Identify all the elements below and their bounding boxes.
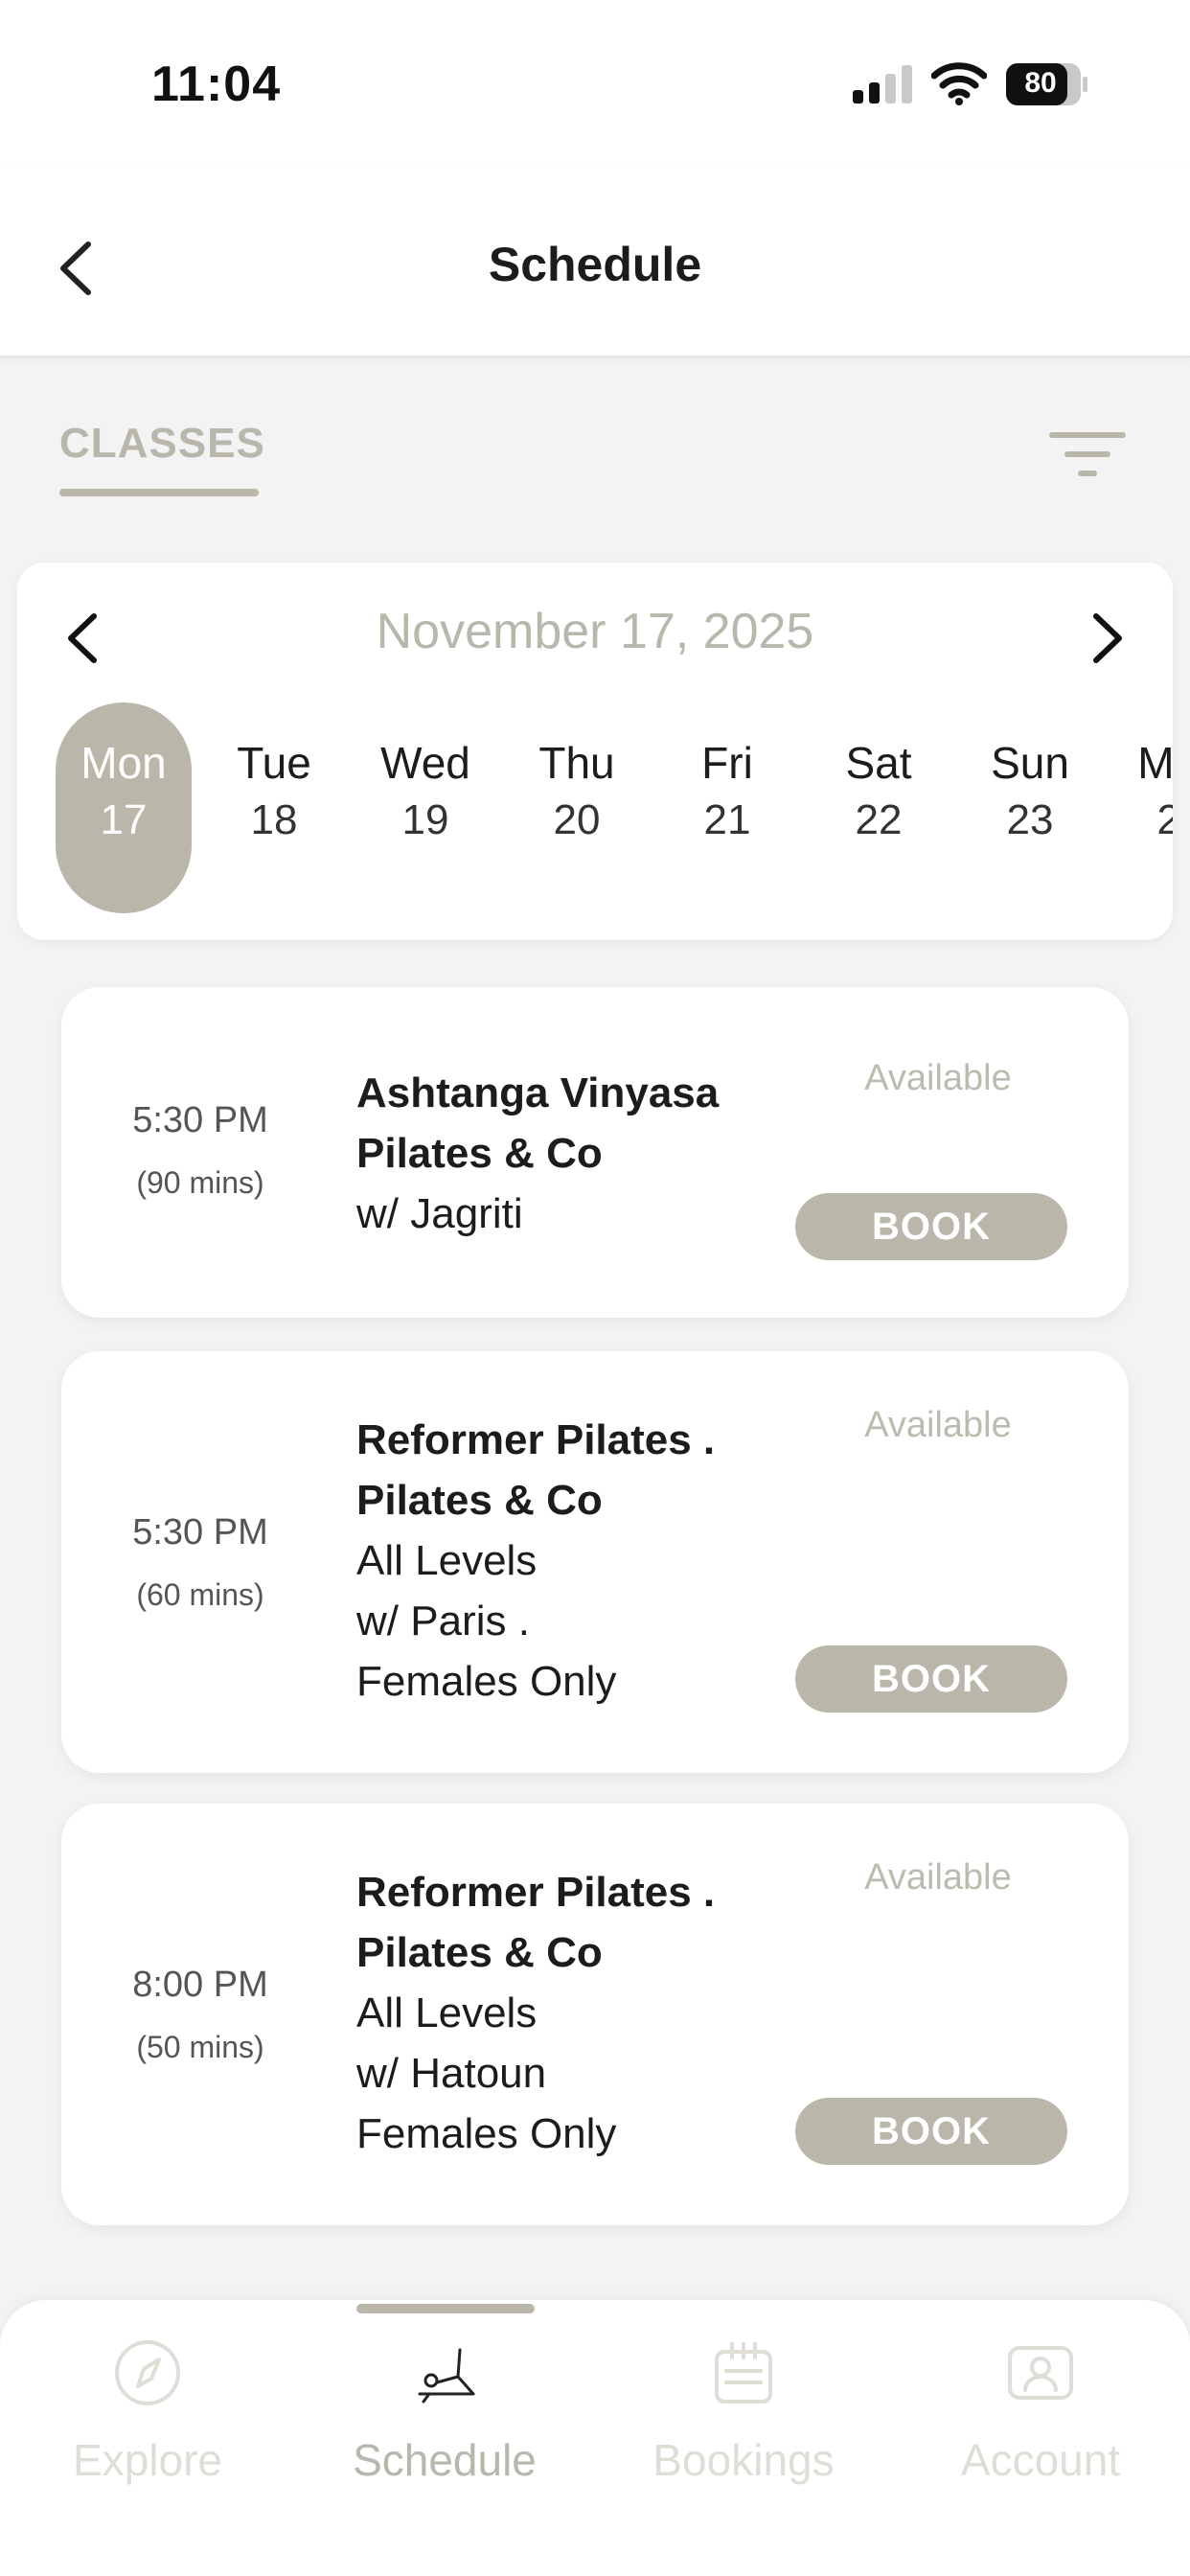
cellular-signal-icon — [853, 65, 912, 104]
class-title: Reformer Pilates . — [356, 1869, 716, 1916]
class-duration: (60 mins) — [136, 1577, 264, 1612]
book-button[interactable]: BOOK — [795, 1193, 1067, 1260]
day-name: Sun — [991, 738, 1069, 788]
day-number: 21 — [703, 796, 751, 843]
availability-status: Available — [864, 1857, 1012, 1898]
page-title: Schedule — [488, 238, 702, 291]
class-duration: (90 mins) — [136, 1165, 264, 1200]
tab-bookings[interactable]: Bookings — [629, 2338, 858, 2530]
class-title: Ashtanga Vinyasa — [356, 1070, 720, 1116]
class-level: All Levels — [356, 1537, 538, 1584]
active-tab-indicator — [356, 2304, 535, 2313]
book-button[interactable]: BOOK — [795, 1645, 1067, 1713]
day-sun-23[interactable]: Sun 23 — [962, 702, 1098, 913]
day-mon-17[interactable]: Mon 17 — [56, 702, 192, 913]
tab-label: Account — [960, 2435, 1121, 2485]
day-name: Mon — [1137, 738, 1173, 788]
day-number: 20 — [553, 796, 601, 843]
day-name: Sat — [845, 738, 912, 788]
class-time: 8:00 PM — [132, 1965, 268, 2005]
selected-date-label: November 17, 2025 — [376, 604, 814, 659]
tab-label: Explore — [73, 2435, 222, 2485]
class-title: Reformer Pilates . — [356, 1416, 716, 1463]
tab-classes[interactable]: CLASSES — [59, 420, 265, 468]
day-tue-18[interactable]: Tue 18 — [206, 702, 342, 913]
schedule-screen: 11:04 80 Schedule CLASSES November 17, 2… — [0, 0, 1190, 2576]
date-picker: November 17, 2025 Mon 17 Tue 18 Wed 19 T… — [17, 563, 1173, 940]
day-thu-20[interactable]: Thu 20 — [509, 702, 645, 913]
class-duration: (50 mins) — [136, 2030, 264, 2064]
availability-status: Available — [864, 1058, 1012, 1098]
filter-icon[interactable] — [1048, 429, 1127, 479]
day-name: Fri — [701, 738, 753, 788]
day-number: 24 — [1156, 796, 1173, 843]
class-instructor: w/ Jagriti — [356, 1190, 523, 1237]
yoga-pose-icon — [418, 2348, 475, 2404]
class-studio: Pilates & Co — [356, 1130, 603, 1177]
class-time: 5:30 PM — [132, 1512, 268, 1552]
day-wed-19[interactable]: Wed 19 — [357, 702, 493, 913]
day-name: Thu — [538, 738, 615, 788]
class-studio: Pilates & Co — [356, 1929, 603, 1976]
class-instructor: w/ Paris . — [356, 1598, 530, 1644]
tab-explore[interactable]: Explore — [33, 2338, 263, 2530]
class-restriction: Females Only — [356, 2110, 617, 2157]
header-bar: Schedule — [0, 168, 1190, 357]
calendar-icon — [715, 2342, 772, 2404]
tab-schedule[interactable]: Schedule — [330, 2338, 560, 2530]
day-name: Tue — [237, 738, 311, 788]
day-number: 22 — [855, 796, 903, 843]
day-name: Mon — [80, 738, 167, 788]
day-number: 23 — [1006, 796, 1054, 843]
day-number: 17 — [100, 796, 148, 843]
day-fri-21[interactable]: Fri 21 — [659, 702, 795, 913]
day-number: 18 — [250, 796, 298, 843]
bottom-tab-bar: Explore Schedule Bookings Account — [0, 2300, 1190, 2576]
tab-label: Bookings — [652, 2435, 835, 2485]
class-instructor: w/ Hatoun — [356, 2050, 547, 2097]
availability-status: Available — [864, 1405, 1012, 1445]
wifi-icon — [931, 62, 987, 105]
day-number: 19 — [401, 796, 449, 843]
tab-label: Schedule — [353, 2435, 537, 2485]
class-studio: Pilates & Co — [356, 1477, 603, 1524]
class-restriction: Females Only — [356, 1658, 617, 1705]
next-week-chevron-icon[interactable] — [1077, 605, 1134, 672]
battery-level: 80 — [1024, 67, 1057, 99]
book-button[interactable]: BOOK — [795, 2098, 1067, 2165]
class-card[interactable]: 8:00 PM (50 mins) Reformer Pilates . Pil… — [61, 1804, 1129, 2225]
day-sat-22[interactable]: Sat 22 — [811, 702, 947, 913]
status-time: 11:04 — [151, 57, 282, 112]
class-card[interactable]: 5:30 PM (90 mins) Ashtanga Vinyasa Pilat… — [61, 987, 1129, 1318]
day-name: Wed — [380, 738, 470, 788]
class-time: 5:30 PM — [132, 1100, 268, 1140]
account-icon — [1008, 2346, 1073, 2400]
compass-icon — [115, 2340, 180, 2405]
class-level: All Levels — [356, 1990, 538, 2036]
tab-account[interactable]: Account — [926, 2338, 1156, 2530]
day-mon-24[interactable]: Mon 24 — [1112, 702, 1173, 913]
status-bar: 11:04 80 — [0, 0, 1190, 168]
class-card[interactable]: 5:30 PM (60 mins) Reformer Pilates . Pil… — [61, 1351, 1129, 1773]
tab-active-underline — [59, 489, 259, 496]
